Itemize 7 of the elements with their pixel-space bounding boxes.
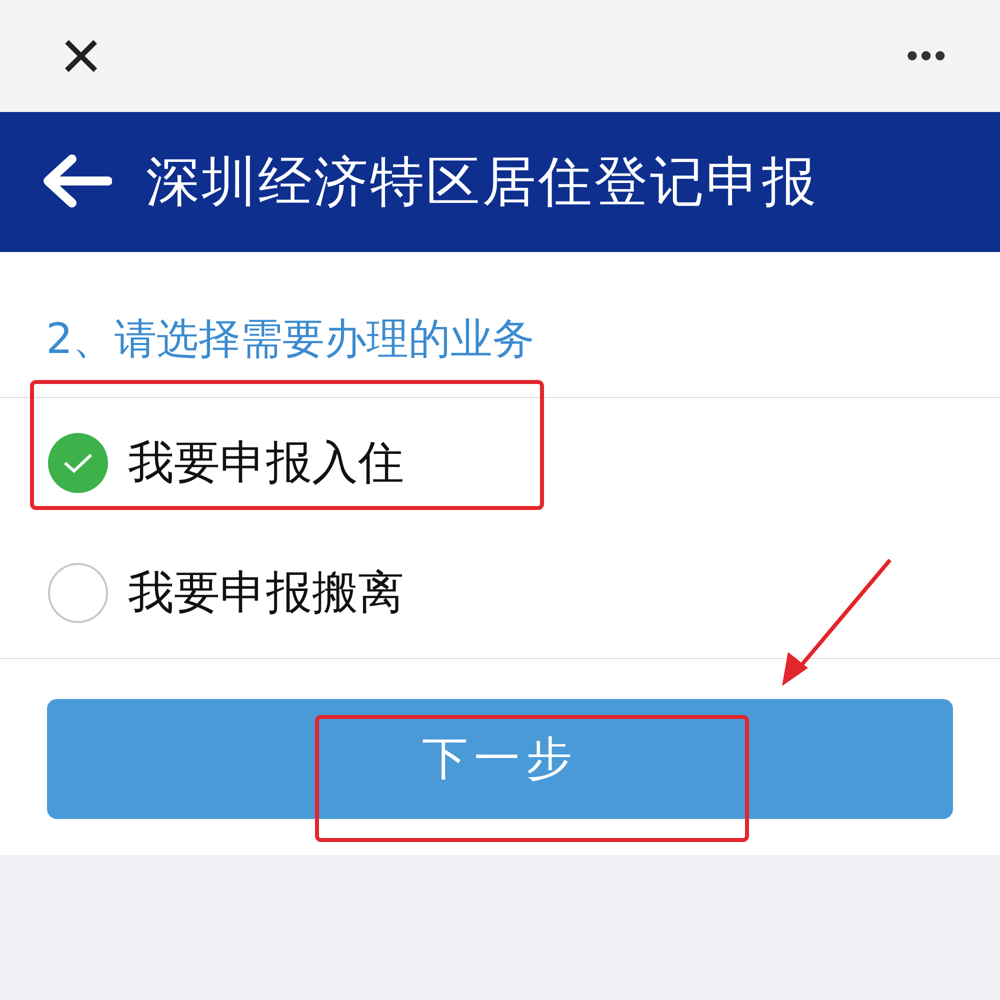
more-button[interactable]: •••: [906, 36, 948, 76]
check-icon: [62, 451, 94, 475]
option-label[interactable]: 我要申报搬离: [128, 562, 404, 624]
section-title: 2、请选择需要办理的业务: [0, 252, 1000, 398]
page-title: 深圳经济特区居住登记申报: [146, 148, 818, 214]
close-button[interactable]: ×: [60, 20, 102, 92]
option-label[interactable]: 我要申报入住: [128, 432, 404, 494]
